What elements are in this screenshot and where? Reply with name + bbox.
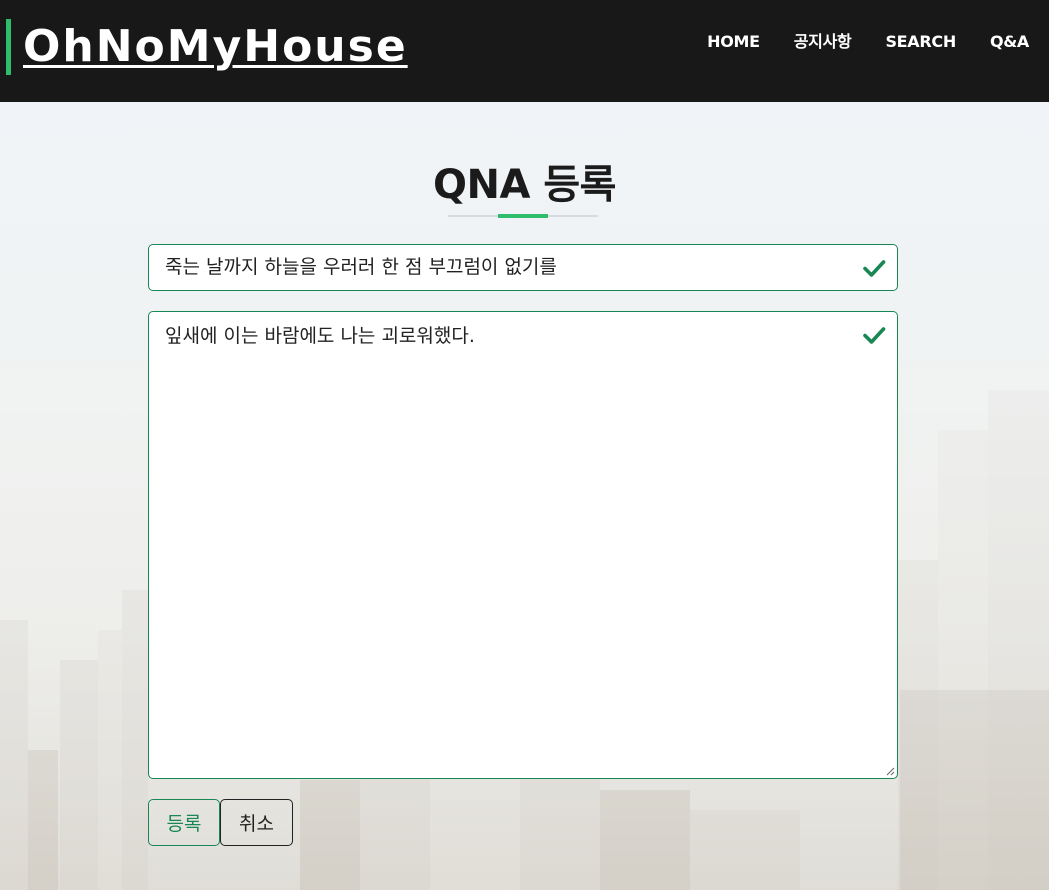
page-title: QNA 등록 (433, 162, 616, 208)
site-logo[interactable]: OhNoMyHouse (6, 19, 408, 75)
valid-check-icon (863, 327, 886, 344)
resize-handle-icon[interactable] (885, 766, 895, 776)
cancel-button[interactable]: 취소 (220, 799, 293, 846)
site-header: OhNoMyHouse HOME 공지사항 SEARCH Q&A (0, 0, 1049, 102)
title-divider-accent (498, 214, 548, 218)
valid-check-icon (863, 260, 886, 277)
main-nav: HOME 공지사항 SEARCH Q&A (673, 32, 1029, 52)
nav-search[interactable]: SEARCH (885, 32, 956, 52)
content-textarea[interactable]: 잎새에 이는 바람에도 나는 괴로워했다. (148, 311, 898, 779)
nav-qna[interactable]: Q&A (990, 32, 1029, 52)
content-textarea-value: 잎새에 이는 바람에도 나는 괴로워했다. (165, 325, 475, 347)
nav-home[interactable]: HOME (707, 32, 760, 52)
subject-input[interactable]: 죽는 날까지 하늘을 우러러 한 점 부끄럼이 없기를 (148, 244, 898, 291)
submit-button[interactable]: 등록 (148, 799, 220, 846)
subject-input-value: 죽는 날까지 하늘을 우러러 한 점 부끄럼이 없기를 (165, 256, 557, 278)
nav-notice[interactable]: 공지사항 (794, 32, 852, 52)
